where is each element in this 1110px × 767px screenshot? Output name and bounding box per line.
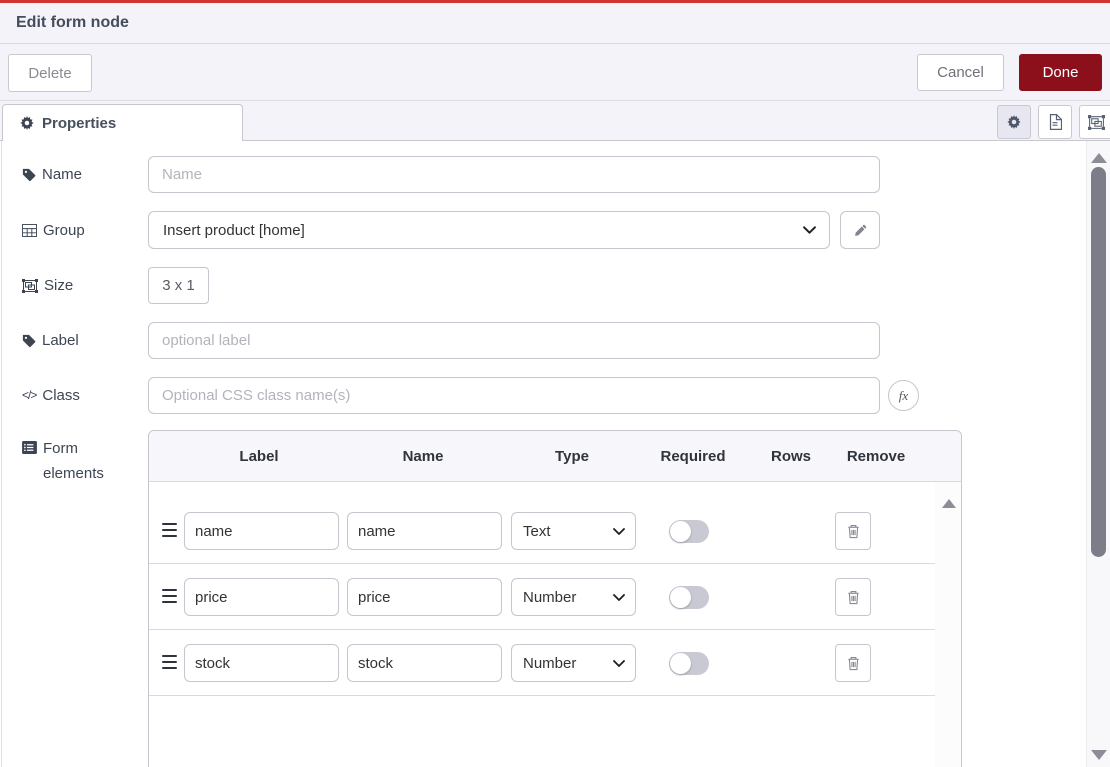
scroll-down-icon[interactable] [1091, 750, 1107, 760]
tab-properties-label: Properties [42, 115, 116, 132]
column-header-name: Name [403, 431, 444, 482]
required-toggle[interactable] [669, 586, 709, 609]
edit-group-button[interactable] [840, 211, 880, 249]
element-name-input[interactable] [347, 644, 502, 682]
expression-button[interactable]: fx [888, 380, 919, 411]
form-elements-rows: Text [149, 482, 935, 696]
size-button[interactable]: 3 x 1 [148, 267, 209, 304]
panel-scrollbar[interactable] [1086, 141, 1110, 767]
object-group-icon [1088, 115, 1105, 130]
toggle-knob [670, 587, 691, 608]
delete-element-button[interactable] [835, 578, 871, 616]
object-group-icon [22, 279, 38, 293]
tag-icon [22, 168, 36, 182]
form-elements-table: Label Name Type Required Rows Remove Tex… [148, 430, 962, 767]
element-type-select[interactable]: Number [511, 578, 636, 616]
dialog-title: Edit form node [0, 14, 129, 32]
group-select[interactable]: Insert product [home] [148, 211, 830, 249]
chevron-down-icon [613, 660, 625, 667]
gear-icon [20, 116, 34, 130]
fx-icon: fx [899, 388, 908, 404]
label-field-label: Label [22, 328, 134, 353]
scroll-up-icon[interactable] [942, 499, 956, 508]
required-toggle[interactable] [669, 520, 709, 543]
trash-icon [846, 523, 861, 540]
element-type-select[interactable]: Number [511, 644, 636, 682]
table-row: Text [149, 498, 935, 564]
gear-icon [1007, 115, 1021, 129]
scroll-up-icon[interactable] [1091, 153, 1107, 163]
column-header-rows: Rows [771, 431, 811, 482]
group-field-label: Group [22, 218, 134, 243]
tag-icon [22, 334, 36, 348]
label-input[interactable] [148, 322, 880, 359]
drag-handle-icon[interactable] [162, 654, 177, 670]
column-header-remove: Remove [847, 431, 905, 482]
description-view-button[interactable] [1038, 105, 1072, 139]
element-name-input[interactable] [347, 512, 502, 550]
form-elements-table-header: Label Name Type Required Rows Remove [149, 431, 961, 482]
appearance-view-button[interactable] [1079, 105, 1110, 139]
class-input[interactable] [148, 377, 880, 414]
pencil-icon [854, 224, 867, 237]
drag-handle-icon[interactable] [162, 522, 177, 538]
element-label-input[interactable] [184, 644, 339, 682]
column-header-type: Type [555, 431, 589, 482]
delete-element-button[interactable] [835, 644, 871, 682]
name-input[interactable] [148, 156, 880, 193]
required-toggle[interactable] [669, 652, 709, 675]
delete-button[interactable]: Delete [8, 54, 92, 92]
element-label-input[interactable] [184, 578, 339, 616]
table-icon [22, 224, 37, 237]
dialog-header: Edit form node [0, 3, 1110, 44]
toggle-knob [670, 521, 691, 542]
toggle-knob [670, 653, 691, 674]
drag-handle-icon[interactable] [162, 588, 177, 604]
file-icon [1048, 114, 1062, 130]
dialog-button-bar: Delete Cancel Done [0, 44, 1110, 101]
trash-icon [846, 655, 861, 672]
scrollbar-thumb[interactable] [1091, 167, 1106, 557]
delete-element-button[interactable] [835, 512, 871, 550]
chevron-down-icon [613, 594, 625, 601]
table-row: Number [149, 630, 935, 696]
class-field-label: </> Class [22, 383, 134, 408]
name-field-label: Name [22, 162, 134, 187]
size-field-label: Size [22, 273, 134, 298]
element-name-input[interactable] [347, 578, 502, 616]
list-icon [22, 441, 37, 454]
form-elements-field-label: Form elements [22, 436, 134, 486]
element-label-input[interactable] [184, 512, 339, 550]
table-scrollbar[interactable] [935, 482, 962, 767]
done-button[interactable]: Done [1019, 54, 1102, 91]
chevron-down-icon [803, 226, 816, 234]
column-header-required: Required [660, 431, 725, 482]
properties-panel: Name Group Insert product [home] [0, 141, 1110, 767]
panel-left-edge [1, 141, 2, 767]
tab-bar: Properties [0, 101, 1110, 141]
element-type-select[interactable]: Text [511, 512, 636, 550]
trash-icon [846, 589, 861, 606]
cancel-button[interactable]: Cancel [917, 54, 1004, 91]
column-header-label: Label [239, 431, 278, 482]
properties-view-button[interactable] [997, 105, 1031, 139]
tab-properties[interactable]: Properties [2, 104, 243, 141]
group-select-value: Insert product [home] [163, 222, 305, 239]
chevron-down-icon [613, 528, 625, 535]
edit-form-node-dialog: Edit form node Delete Cancel Done Proper… [0, 0, 1110, 767]
code-icon: </> [22, 383, 36, 408]
table-row: Number [149, 564, 935, 630]
